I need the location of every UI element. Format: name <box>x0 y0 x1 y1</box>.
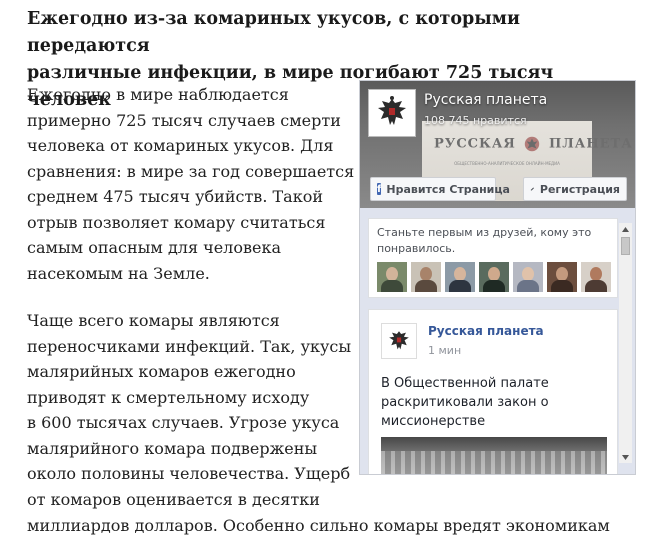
double-headed-eagle-icon <box>378 96 406 125</box>
post-author-avatar[interactable] <box>381 323 417 359</box>
scroll-up-arrow-icon[interactable] <box>619 223 632 235</box>
cover-brand: РУССКАЯ ПЛАНЕТА <box>434 135 633 153</box>
post-author-link[interactable]: Русская планета <box>428 324 544 338</box>
like-page-label: Нравится Страница <box>386 182 510 196</box>
post-image[interactable] <box>381 437 607 474</box>
text-line: около половины человечества. Ущерб <box>27 464 351 483</box>
avatar[interactable] <box>479 262 509 292</box>
like-page-button[interactable]: f Нравится Страница <box>370 177 510 201</box>
text-line: насекомым на Земле. <box>27 263 210 283</box>
page-likes-count: 108 745 нравится <box>424 114 527 127</box>
widget-scrollbar[interactable] <box>619 223 632 463</box>
text-line: сравнения: в мире за год совершается в <box>27 161 369 181</box>
avatar[interactable] <box>547 262 577 292</box>
double-headed-eagle-icon <box>389 331 409 350</box>
facebook-f-icon: f <box>377 183 382 195</box>
avatar[interactable] <box>581 262 611 292</box>
cover-photo[interactable]: РУССКАЯ ПЛАНЕТА ОБЩЕСТВЕННО-АНАЛИТИЧЕСКО… <box>360 81 635 208</box>
pencil-icon <box>530 187 535 191</box>
paragraph-2: Чаще всего комары являются переносчиками… <box>27 308 357 512</box>
register-button[interactable]: Регистрация <box>523 177 627 201</box>
text-line: в 600 тысячах случаев. Угрозе укуса <box>27 413 340 432</box>
friends-like-box: Станьте первым из друзей, кому это понра… <box>368 218 618 298</box>
text-line: приводят к смертельному исходу <box>27 387 310 407</box>
text-line: малярийного комара подвержены <box>27 438 318 458</box>
text-line: Ежегодно в мире наблюдается <box>27 85 289 104</box>
page-avatar[interactable] <box>368 89 416 137</box>
avatar[interactable] <box>377 262 407 292</box>
timeline-post: Русская планета 1 мин В Общественной пал… <box>368 309 618 474</box>
text-line: среднем 475 тысяч убийств. Такой <box>27 187 323 206</box>
avatar[interactable] <box>513 262 543 292</box>
page-name-link[interactable]: Русская планета <box>424 92 547 108</box>
scroll-thumb[interactable] <box>621 237 630 255</box>
text-line: Чаще всего комары являются <box>27 311 280 330</box>
friends-like-text: Станьте первым из друзей, кому это понра… <box>377 226 592 255</box>
text-line: человека от комариных укусов. Для <box>27 136 334 155</box>
paragraph-2-continued: миллиардов долларов. Особенно сильно ком… <box>27 516 610 535</box>
eagle-emblem-icon <box>525 136 540 152</box>
register-label: Регистрация <box>539 182 620 196</box>
text-line: переносчиками инфекций. Так, укусы <box>27 336 352 356</box>
post-timestamp[interactable]: 1 мин <box>428 344 461 357</box>
text-line: малярийных комаров ежегодно <box>27 362 296 381</box>
headline-line-1: Ежегодно из-за комариных укусов, с котор… <box>27 9 520 56</box>
text-line: примерно 725 тысяч случаев смерти <box>27 110 341 130</box>
cover-brand-left: РУССКАЯ <box>434 136 516 152</box>
post-text: В Общественной палате раскритиковали зак… <box>381 376 549 429</box>
friend-faces <box>377 262 611 292</box>
facebook-page-widget: РУССКАЯ ПЛАНЕТА ОБЩЕСТВЕННО-АНАЛИТИЧЕСКО… <box>359 80 636 475</box>
scroll-down-arrow-icon[interactable] <box>619 451 632 463</box>
avatar[interactable] <box>445 262 475 292</box>
cover-subtitle: ОБЩЕСТВЕННО-АНАЛИТИЧЕСКОЕ ОНЛАЙН-МЕДИА <box>454 161 560 166</box>
text-line: от комаров оценивается в десятки <box>27 489 320 509</box>
text-line: самым опасным для человека <box>27 238 281 257</box>
paragraph-1: Ежегодно в мире наблюдается примерно 725… <box>27 82 369 286</box>
avatar[interactable] <box>411 262 441 292</box>
cover-brand-right: ПЛАНЕТА <box>548 136 633 152</box>
text-line: отрыв позволяет комару считаться <box>27 212 326 232</box>
